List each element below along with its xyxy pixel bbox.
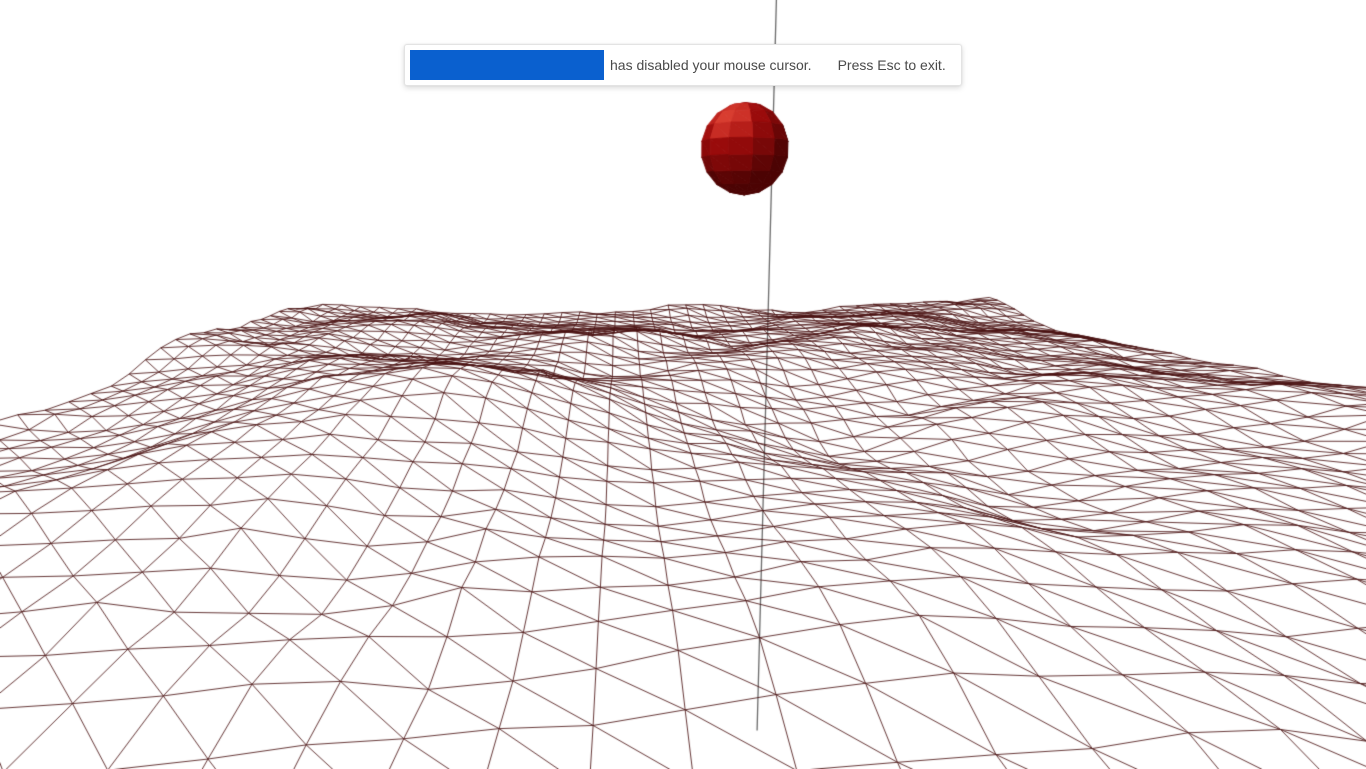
banner-exit-text: Press Esc to exit. [838,45,946,85]
banner-message-text: has disabled your mouse cursor. [610,45,812,85]
pointer-lock-banner: has disabled your mouse cursor. Press Es… [404,44,962,86]
banner-origin-chip [410,50,604,80]
webgl-scene-canvas[interactable] [0,0,1366,769]
